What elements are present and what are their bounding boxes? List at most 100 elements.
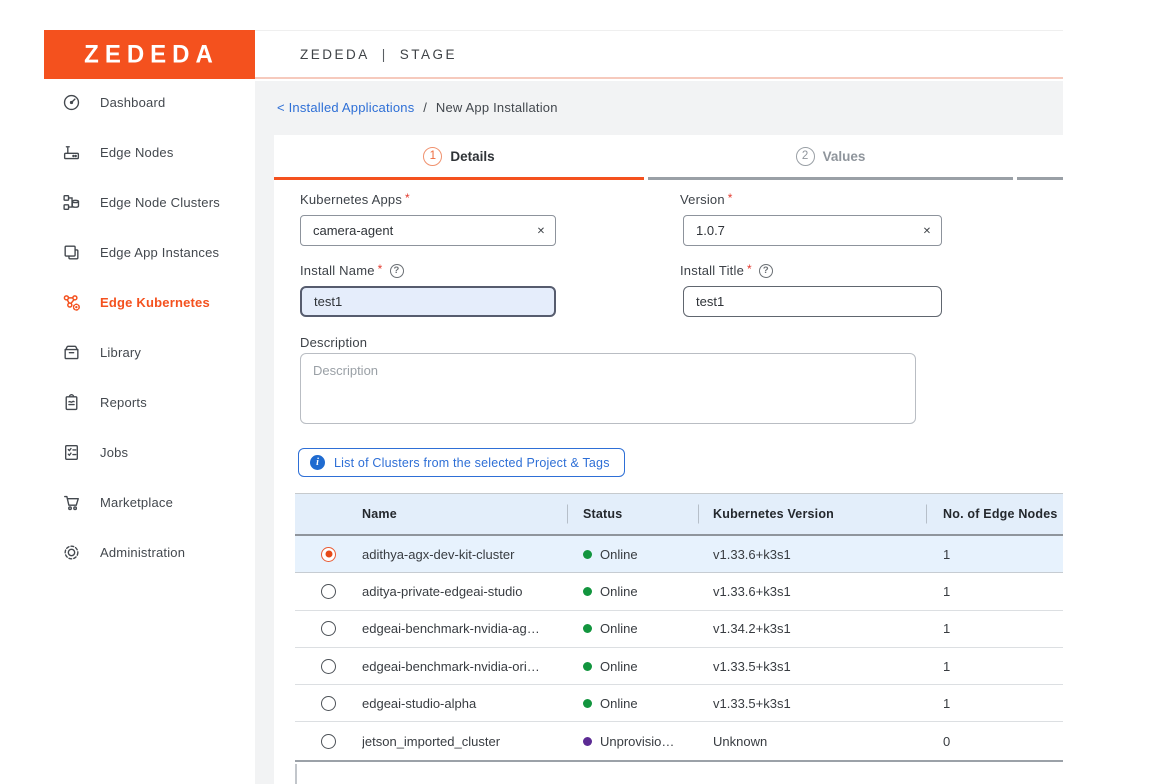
install-title-input[interactable] [683, 286, 942, 317]
table-row[interactable]: edgeai-studio-alpha Online v1.33.5+k3s1 … [295, 685, 1063, 722]
status-text: Online [600, 696, 638, 711]
edge-node-count: 0 [926, 734, 1063, 749]
sidebar-item-jobs[interactable]: Jobs [44, 427, 255, 477]
edge-node-count: 1 [926, 547, 1063, 562]
status-text: Online [600, 659, 638, 674]
kubernetes-apps-input[interactable] [300, 215, 556, 246]
install-name-label: Install Name * ? [300, 263, 404, 278]
cluster-name: adithya-agx-dev-kit-cluster [362, 547, 567, 562]
row-radio[interactable] [321, 696, 336, 711]
sidebar-item-marketplace[interactable]: Marketplace [44, 477, 255, 527]
sidebar-item-library[interactable]: Library [44, 327, 255, 377]
status-text: Online [600, 584, 638, 599]
cluster-name: aditya-private-edgeai-studio [362, 584, 567, 599]
edge-node-clusters-icon [61, 192, 81, 212]
required-marker: * [405, 191, 410, 205]
version-input[interactable] [683, 215, 942, 246]
clear-version-icon[interactable]: ✕ [920, 224, 934, 238]
kubernetes-version: v1.33.6+k3s1 [698, 547, 926, 562]
description-textarea[interactable] [300, 353, 916, 424]
status-text: Online [600, 547, 638, 562]
tab-values[interactable]: 2 Values [648, 135, 1013, 180]
edge-app-instances-icon [61, 242, 81, 262]
tab-details[interactable]: 1 Details [274, 135, 644, 180]
sidebar-item-label: Reports [100, 395, 147, 410]
sidebar-nav: Dashboard Edge Nodes Edge Node Clusters [44, 81, 255, 784]
sidebar-item-administration[interactable]: Administration [44, 527, 255, 577]
tab-stub [1017, 135, 1063, 180]
topbar-separator: | [382, 47, 388, 62]
breadcrumb-separator: / [423, 100, 427, 115]
row-radio[interactable] [321, 584, 336, 599]
cluster-name: edgeai-benchmark-nvidia-ag… [362, 621, 567, 636]
column-header-name: Name [362, 507, 567, 521]
sidebar-item-label: Dashboard [100, 95, 165, 110]
clear-kubernetes-apps-icon[interactable]: ✕ [534, 224, 548, 238]
table-row[interactable]: adithya-agx-dev-kit-cluster Online v1.33… [295, 536, 1063, 573]
edge-node-count: 1 [926, 584, 1063, 599]
row-radio[interactable] [321, 734, 336, 749]
info-banner-text: List of Clusters from the selected Proje… [334, 456, 610, 470]
jobs-icon [61, 442, 81, 462]
cluster-name: edgeai-benchmark-nvidia-ori… [362, 659, 567, 674]
version-label: Version * [680, 192, 733, 207]
cluster-name: jetson_imported_cluster [362, 734, 567, 749]
sidebar-item-label: Library [100, 345, 141, 360]
kubernetes-version: v1.34.2+k3s1 [698, 621, 926, 636]
cluster-table-body: adithya-agx-dev-kit-cluster Online v1.33… [295, 536, 1063, 762]
sidebar-item-dashboard[interactable]: Dashboard [44, 77, 255, 127]
row-radio-selected[interactable] [321, 547, 336, 562]
table-row[interactable]: edgeai-benchmark-nvidia-ori… Online v1.3… [295, 648, 1063, 685]
reports-icon [61, 392, 81, 412]
administration-gear-icon [61, 542, 81, 562]
status-text: Online [600, 621, 638, 636]
required-marker: * [378, 262, 383, 276]
tab-values-label: Values [823, 149, 866, 164]
edge-kubernetes-icon [61, 292, 81, 312]
dashboard-gauge-icon [61, 92, 81, 112]
install-name-input[interactable] [300, 286, 556, 317]
kubernetes-version: v1.33.5+k3s1 [698, 696, 926, 711]
environment-name: STAGE [400, 47, 457, 62]
table-row[interactable]: aditya-private-edgeai-studio Online v1.3… [295, 573, 1063, 610]
column-header-kubernetes-version: Kubernetes Version [698, 507, 926, 521]
row-radio[interactable] [321, 621, 336, 636]
status-online-dot [583, 624, 592, 633]
row-radio[interactable] [321, 659, 336, 674]
table-row[interactable]: edgeai-benchmark-nvidia-ag… Online v1.34… [295, 611, 1063, 648]
info-icon: i [310, 455, 325, 470]
zededa-logo[interactable]: ZEDEDA [44, 30, 255, 79]
kubernetes-version: v1.33.5+k3s1 [698, 659, 926, 674]
sidebar-item-label: Jobs [100, 445, 128, 460]
status-text: Unprovisio… [600, 734, 674, 749]
sidebar-item-edge-app-instances[interactable]: Edge App Instances [44, 227, 255, 277]
status-unprovisioned-dot [583, 737, 592, 746]
cluster-table: Name Status Kubernetes Version No. of Ed… [295, 493, 1063, 762]
cluster-list-info-banner: i List of Clusters from the selected Pro… [298, 448, 625, 477]
sidebar-item-reports[interactable]: Reports [44, 377, 255, 427]
wizard-tabs: 1 Details 2 Values [274, 135, 1063, 180]
install-name-help-icon[interactable]: ? [390, 264, 404, 278]
zededa-logo-text: ZEDEDA [80, 40, 219, 69]
sidebar-item-label: Administration [100, 545, 185, 560]
edge-nodes-icon [61, 142, 81, 162]
sidebar-item-label: Edge Nodes [100, 145, 174, 160]
edge-node-count: 1 [926, 696, 1063, 711]
edge-node-count: 1 [926, 659, 1063, 674]
top-bar: ZEDEDA | STAGE [255, 30, 1063, 79]
install-title-help-icon[interactable]: ? [759, 264, 773, 278]
status-online-dot [583, 550, 592, 559]
sidebar-item-edge-node-clusters[interactable]: Edge Node Clusters [44, 177, 255, 227]
breadcrumb: < Installed Applications / New App Insta… [277, 100, 558, 115]
required-marker: * [747, 262, 752, 276]
column-header-edge-nodes: No. of Edge Nodes [926, 507, 1063, 521]
sidebar-item-edge-nodes[interactable]: Edge Nodes [44, 127, 255, 177]
sidebar-item-edge-kubernetes[interactable]: Edge Kubernetes [44, 277, 255, 327]
cluster-name: edgeai-studio-alpha [362, 696, 567, 711]
edge-node-count: 1 [926, 621, 1063, 636]
table-left-edge-continuation [295, 764, 297, 784]
library-icon [61, 342, 81, 362]
table-row[interactable]: jetson_imported_cluster Unprovisio… Unkn… [295, 722, 1063, 759]
tab-details-step-number: 1 [423, 147, 442, 166]
breadcrumb-back-link[interactable]: < Installed Applications [277, 100, 414, 115]
